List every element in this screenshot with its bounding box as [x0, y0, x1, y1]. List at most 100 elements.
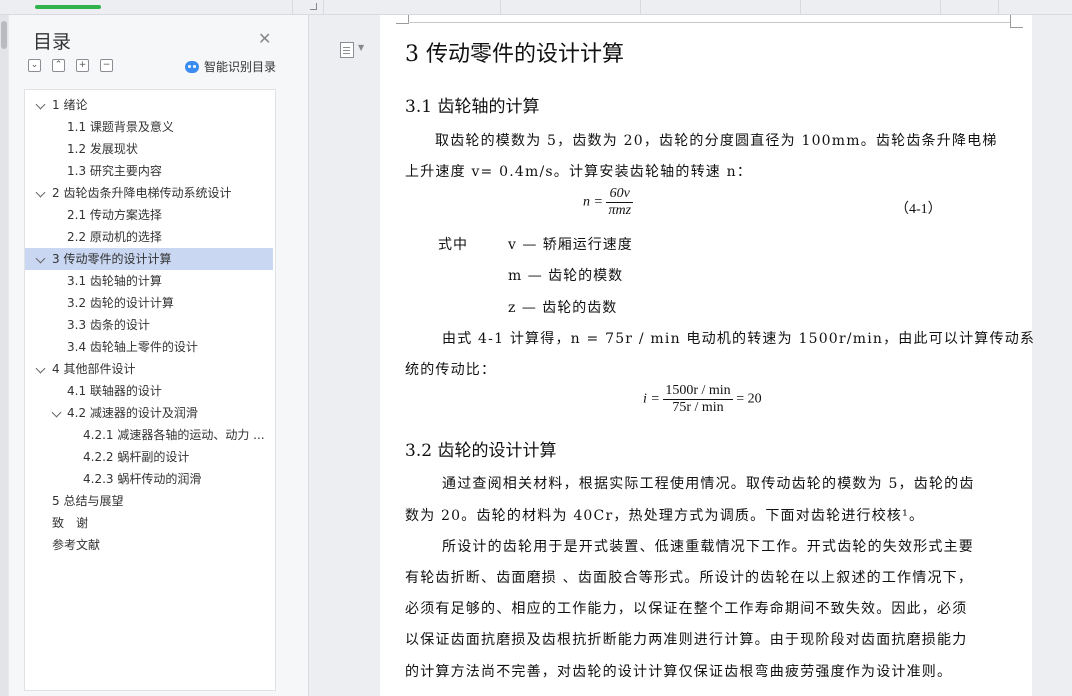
toc-item[interactable]: 4.1 联轴器的设计	[25, 380, 273, 402]
strip-divider	[640, 0, 641, 14]
top-toolbar-strip	[0, 0, 1072, 15]
chevron-down-icon[interactable]	[35, 187, 46, 198]
toc-item-label: 3.2 齿轮的设计计算	[67, 296, 174, 310]
paragraph-line: 取齿轮的模数为 5，齿数为 20，齿轮的分度圆直径为 100mm。齿轮齿条升降电…	[435, 133, 998, 149]
chevron-down-icon[interactable]	[51, 407, 62, 418]
paragraph-line: 统的传动比：	[405, 362, 497, 378]
add-heading-icon[interactable]: +	[76, 59, 89, 72]
toc-list: 1 绪论 1.1 课题背景及意义 1.2 发展现状 1.3 研究主要内容 2 齿轮齿条升…	[24, 89, 276, 691]
toc-item-label: 3 传动零件的设计计算	[52, 252, 172, 266]
variable-definition: v — 轿厢运行速度	[508, 237, 633, 253]
heading-3-1: 3.1 齿轮轴的计算	[405, 97, 540, 117]
toc-item[interactable]: 1.3 研究主要内容	[25, 160, 273, 182]
toc-item-label: 2 齿轮齿条升降电梯传动系统设计	[52, 186, 232, 200]
strip-divider	[292, 0, 293, 14]
toc-item[interactable]: 2 齿轮齿条升降电梯传动系统设计	[25, 182, 273, 204]
paragraph-line: 上升速度 v= 0.4m/s。计算安装齿轮轴的转速 n：	[405, 164, 753, 180]
heading-3: 3 传动零件的设计计算	[405, 42, 624, 67]
toc-item[interactable]: 3.1 齿轮轴的计算	[25, 270, 273, 292]
strip-divider	[500, 0, 501, 14]
toc-item[interactable]: 4.2.1 减速器各轴的运动、动力 ...	[25, 424, 273, 446]
toc-item[interactable]: 4 其他部件设计	[25, 358, 273, 380]
formula-lhs: n =	[583, 194, 603, 210]
toc-item-label: 4 其他部件设计	[52, 362, 136, 376]
toc-item[interactable]: 3.3 齿条的设计	[25, 314, 273, 336]
paragraph-line: 由式 4-1 计算得，n = 75r / min 电动机的转速为 1500r/m…	[442, 331, 1036, 347]
smart-toc-label: 智能识别目录	[204, 60, 277, 74]
strip-divider	[940, 0, 941, 14]
toc-item-label: 4.2 减速器的设计及润滑	[67, 406, 198, 420]
toc-item-label: 1.2 发展现状	[67, 142, 138, 156]
toc-item[interactable]: 4.2.2 蜗杆副的设计	[25, 446, 273, 468]
toc-item[interactable]: 3.4 齿轮轴上零件的设计	[25, 336, 273, 358]
toc-item[interactable]: 1.2 发展现状	[25, 138, 273, 160]
toc-panel: 目录 ✕ ⌄ ⌃ + − 智能识别目录 1 绪论 1.1 课题背景及意义 1.2 发…	[9, 15, 309, 696]
formula-numerator: 1500r / min	[663, 383, 733, 400]
chevron-down-icon[interactable]	[35, 253, 46, 264]
smart-toc-button[interactable]: 智能识别目录	[185, 58, 276, 75]
paragraph-line: 的计算方法尚不完善，对齿轮的设计计算仅保证齿根弯曲疲劳强度作为设计准则。	[405, 664, 953, 680]
toc-item[interactable]: 4.2 减速器的设计及润滑	[25, 402, 273, 424]
toc-item-label: 1 绪论	[52, 98, 88, 112]
paragraph-line: 以保证齿面抗磨损及齿根抗折断能力两准则进行计算。由于现阶段对齿面抗磨损能力	[405, 632, 968, 648]
toc-item-label: 4.2.2 蜗杆副的设计	[83, 450, 190, 464]
toc-item-label: 4.1 联轴器的设计	[67, 384, 162, 398]
chevron-down-icon[interactable]	[35, 99, 46, 110]
strip-divider	[800, 0, 801, 14]
paragraph-line: 必须有足够的、相应的工作能力，以保证在整个工作寿命期间不致失效。因此，必须	[405, 601, 968, 617]
paragraph-line: 所设计的齿轮用于是开式装置、低速重载情况下工作。开式齿轮的失效形式主要	[442, 539, 974, 555]
formula-denominator: πmz	[608, 203, 632, 218]
chevron-down-icon[interactable]	[35, 363, 46, 374]
formula-numerator: 60v	[606, 186, 634, 203]
formula-4-1: n = 60v πmz	[583, 186, 634, 219]
toc-item-label: 4.2.1 减速器各轴的运动、动力 ...	[83, 428, 265, 442]
toc-item[interactable]: 4.2.3 蜗杆传动的润滑	[25, 468, 273, 490]
heading-3-2: 3.2 齿轮的设计计算	[405, 441, 557, 461]
close-icon[interactable]: ✕	[258, 29, 271, 48]
toc-item[interactable]: 致 谢	[25, 512, 273, 534]
formula-denominator: 75r / min	[672, 400, 724, 415]
formula-ratio: i = 1500r / min 75r / min = 20	[643, 383, 762, 416]
margin-guide	[408, 22, 1010, 23]
formula-fraction: 60v πmz	[606, 186, 634, 219]
toc-item-label: 3.3 齿条的设计	[67, 318, 150, 332]
formula-lhs: i =	[643, 391, 660, 407]
toc-item-label: 3.1 齿轮轴的计算	[67, 274, 162, 288]
remove-heading-icon[interactable]: −	[100, 59, 113, 72]
document-page[interactable]	[380, 15, 1032, 696]
chevron-down-icon[interactable]: ▼	[358, 43, 364, 52]
toc-item[interactable]: 3 传动零件的设计计算	[25, 248, 273, 270]
variable-definition: m — 齿轮的模数	[508, 268, 624, 284]
toc-title: 目录	[33, 31, 72, 53]
toc-item[interactable]: 1 绪论	[25, 94, 273, 116]
toc-item[interactable]: 1.1 课题背景及意义	[25, 116, 273, 138]
formula-fraction: 1500r / min 75r / min	[663, 383, 733, 416]
formula-rhs: = 20	[736, 391, 762, 407]
toc-item[interactable]: 参考文献	[25, 534, 273, 556]
expand-all-icon[interactable]: ⌄	[28, 59, 41, 72]
toc-item-label: 5 总结与展望	[52, 494, 124, 508]
strip-divider	[323, 0, 324, 14]
left-scrollbar[interactable]	[0, 15, 8, 696]
active-tab-indicator	[35, 5, 101, 9]
toc-item[interactable]: 2.1 传动方案选择	[25, 204, 273, 226]
collapse-all-icon[interactable]: ⌃	[52, 59, 65, 72]
paragraph-line: 数为 20。齿轮的材料为 40Cr，热处理方式为调质。下面对齿轮进行校核¹。	[405, 508, 925, 524]
equation-number: （4-1）	[895, 202, 942, 217]
toc-item-label: 1.1 课题背景及意义	[67, 120, 174, 134]
crop-mark	[1010, 15, 1023, 28]
toc-item[interactable]: 5 总结与展望	[25, 490, 273, 512]
paragraph-line: 有轮齿折断、齿面磨损 、齿面胶合等形式。所设计的齿轮在以上叙述的工作情况下，	[405, 570, 974, 586]
ai-assistant-icon	[185, 60, 199, 73]
resize-corner-icon	[310, 3, 317, 10]
toc-item[interactable]: 3.2 齿轮的设计计算	[25, 292, 273, 314]
variable-definition: z — 齿轮的齿数	[508, 300, 618, 316]
strip-divider	[998, 0, 999, 14]
scrollbar-thumb[interactable]	[1, 21, 7, 49]
toc-item[interactable]: 2.2 原动机的选择	[25, 226, 273, 248]
where-label: 式中	[438, 237, 468, 253]
toc-item-label: 1.3 研究主要内容	[67, 164, 162, 178]
toc-item-label: 参考文献	[52, 538, 101, 552]
toc-item-label: 4.2.3 蜗杆传动的润滑	[83, 472, 202, 486]
document-icon[interactable]	[340, 42, 354, 58]
